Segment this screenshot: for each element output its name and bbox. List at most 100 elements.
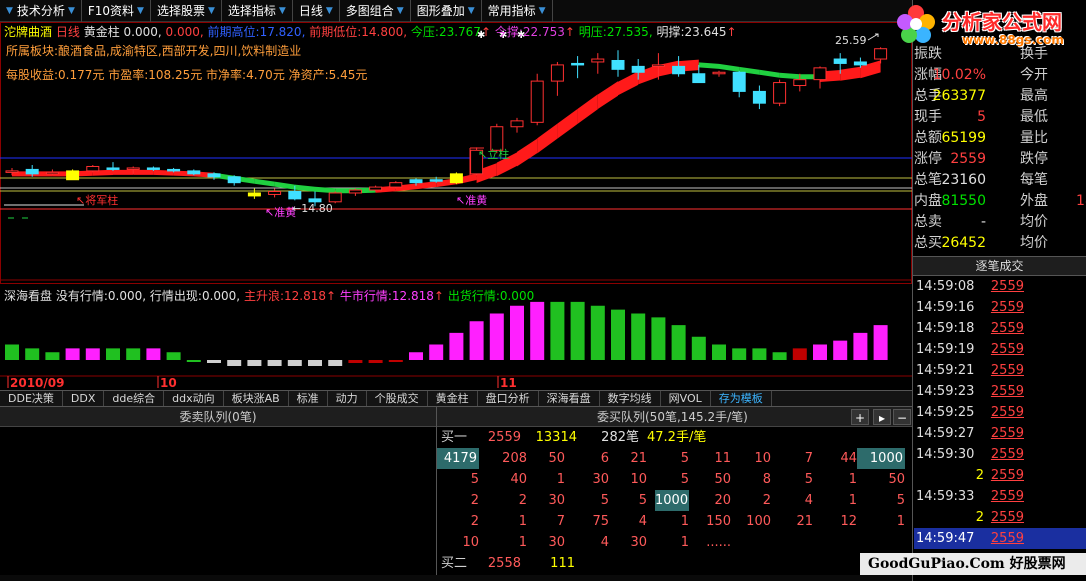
menu-item-7[interactable]: 常用指标 ▼ xyxy=(482,0,553,22)
indicator-bar xyxy=(207,360,221,363)
trade-row[interactable]: 2 2559 xyxy=(914,465,1086,486)
trade-row[interactable]: 14:59:27 2559 xyxy=(914,423,1086,444)
quote-value: - xyxy=(980,214,986,230)
up-arrow-icon: ↑ xyxy=(564,25,575,39)
minus-icon[interactable]: − xyxy=(893,409,911,425)
tab-8[interactable]: 黄金柱 xyxy=(428,391,478,406)
trade-row[interactable]: 14:59:47 2559 xyxy=(914,528,1086,549)
ma-ribbon-segment xyxy=(840,66,861,81)
candle xyxy=(389,181,403,189)
trade-row[interactable]: 14:59:08 2559 xyxy=(914,276,1086,297)
indicator-tab-bar: DDE决策 DDX dde综合 ddx动向 板块涨AB 标准 动力 个股成交 黄金柱 盘口分析 深海… xyxy=(0,390,912,407)
queue-cell: 5 xyxy=(600,493,609,508)
tab-5[interactable]: 标准 xyxy=(289,391,328,406)
candlestick-chart[interactable]: ↖将军柱↖准黄←14.80↖准黄↖立柱25.59✱ ✱ ✱ xyxy=(0,22,912,284)
trade-row[interactable]: 14:59:25 2559 xyxy=(914,402,1086,423)
add-icon[interactable]: + xyxy=(851,409,869,425)
quote-value: 263377 xyxy=(932,88,986,104)
indicator-bar xyxy=(732,348,747,360)
candle xyxy=(550,61,564,96)
quote-value: 26452 xyxy=(941,235,986,251)
quote-label: 均价 xyxy=(1020,214,1048,230)
indicator-bar xyxy=(469,321,484,360)
buy1-price: 2559 xyxy=(487,430,521,445)
indicator-bar xyxy=(651,317,666,360)
candle-body xyxy=(106,167,120,170)
tab-0[interactable]: DDE决策 xyxy=(0,391,63,406)
buy1-row: 买一 2559 13314 282笔 47.2手/笔 xyxy=(437,427,905,448)
candle-body xyxy=(146,167,160,170)
queue-cell: 10 xyxy=(630,472,647,487)
indicator-bar xyxy=(126,348,141,360)
queue-cell: 5 xyxy=(896,493,905,508)
menu-item-1[interactable]: F10资料 ▼ xyxy=(82,0,151,22)
indicator-name: 黄金柱 xyxy=(83,25,120,39)
queue-cell: ...... xyxy=(706,535,731,550)
trade-row[interactable]: 14:59:30 2559 xyxy=(914,444,1086,465)
tab-6[interactable]: 动力 xyxy=(328,391,367,406)
trade-row[interactable]: 14:59:33 2559 xyxy=(914,486,1086,507)
queue-cell: 2 xyxy=(518,493,527,508)
menu-item-0[interactable]: ▼ 技术分析 ▼ xyxy=(0,0,82,22)
quote-row: 内盘81550 外盘 181 xyxy=(914,191,1086,212)
trade-price: 2559 xyxy=(990,384,1024,399)
tab-13[interactable]: 存为模板 xyxy=(711,391,772,406)
menu-label: 日线 xyxy=(298,3,323,18)
candle-body xyxy=(328,192,342,203)
candle-body xyxy=(833,58,847,64)
quote-label: 量比 xyxy=(1020,130,1048,146)
tab-7[interactable]: 个股成交 xyxy=(367,391,428,406)
trade-row[interactable]: 14:59:23 2559 xyxy=(914,381,1086,402)
tab-9[interactable]: 盘口分析 xyxy=(478,391,539,406)
tab-3[interactable]: ddx动向 xyxy=(164,391,224,406)
menu-item-2[interactable]: 选择股票 ▼ xyxy=(151,0,222,22)
queue-cell: 2 xyxy=(762,493,771,508)
indicator-bar xyxy=(227,360,242,366)
indicator-bar xyxy=(409,352,423,360)
trade-row[interactable]: 14:59:18 2559 xyxy=(914,318,1086,339)
trade-row[interactable]: 2 2559 xyxy=(914,507,1086,528)
candle-body xyxy=(712,71,726,75)
queue-cell: 75 xyxy=(592,514,609,529)
menu-item-6[interactable]: 图形叠加 ▼ xyxy=(411,0,482,22)
tab-4[interactable]: 板块涨AB xyxy=(224,391,289,406)
buy1-count: 282笔 xyxy=(601,430,639,445)
trade-price: 2559 xyxy=(990,405,1024,420)
indicator-bar xyxy=(712,344,726,360)
queue-cell: 4 xyxy=(804,493,813,508)
queue-cell: 12 xyxy=(840,514,857,529)
menu-item-4[interactable]: 日线 ▼ xyxy=(293,0,340,22)
candle xyxy=(611,50,625,77)
ma-ribbon-segment xyxy=(618,71,639,96)
quote-row: 涨停 2559 跌停 xyxy=(914,149,1086,170)
queue-cell: 5 xyxy=(470,472,479,487)
trade-row[interactable]: 14:59:19 2559 xyxy=(914,339,1086,360)
quote-label: 涨停 xyxy=(914,151,942,167)
candle-body xyxy=(409,179,423,184)
trades-header[interactable]: 逐笔成交 xyxy=(913,256,1086,276)
buy-queue-title: 委买队列(50笔,145.2手/笔) xyxy=(597,410,748,424)
indicator-bar xyxy=(287,360,302,366)
indicator-bar xyxy=(166,352,181,360)
menu-item-3[interactable]: 选择指标 ▼ xyxy=(222,0,293,22)
indicator-bar xyxy=(85,348,100,360)
buy2-label: 买二 xyxy=(441,556,468,571)
queue-cell: 5 xyxy=(804,472,813,487)
trade-row[interactable]: 14:59:16 2559 xyxy=(914,297,1086,318)
indicator-bar xyxy=(772,352,787,360)
trade-row[interactable]: 14:59:21 2559 xyxy=(914,360,1086,381)
tab-12[interactable]: 网VOL xyxy=(661,391,711,406)
chart-info-row: 沱牌曲酒 日线 黄金柱 0.000, 0.000, 前期高位:17.820, 前… xyxy=(4,23,737,40)
tab-2[interactable]: dde综合 xyxy=(104,391,165,406)
play-icon[interactable]: ▸ xyxy=(873,409,891,425)
tab-10[interactable]: 深海看盘 xyxy=(539,391,600,406)
queue-cell: 30 xyxy=(548,493,565,508)
indicator-value-2: 0.000, xyxy=(165,25,204,39)
trade-price: 2559 xyxy=(990,531,1024,546)
menu-item-5[interactable]: 多图组合 ▼ xyxy=(340,0,411,22)
buy2-volume: 111 xyxy=(550,556,575,571)
indicator-bar xyxy=(671,325,686,360)
trade-volume: 2 xyxy=(975,468,984,483)
tab-11[interactable]: 数字均线 xyxy=(600,391,661,406)
tab-1[interactable]: DDX xyxy=(63,391,105,406)
